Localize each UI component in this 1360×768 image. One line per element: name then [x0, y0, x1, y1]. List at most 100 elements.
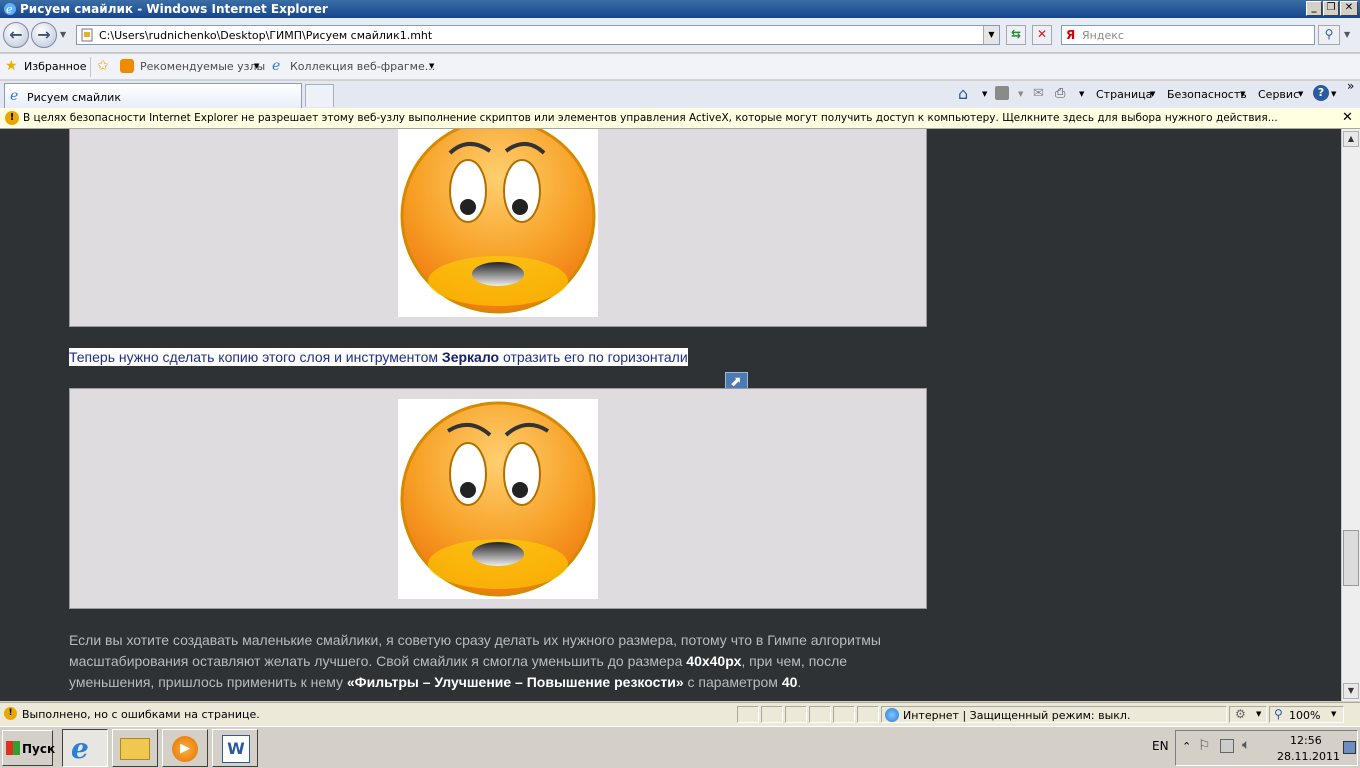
add-favorite-icon[interactable]: ✩	[97, 58, 109, 74]
vertical-scrollbar[interactable]: ▲ ▼	[1341, 129, 1360, 701]
start-label: Пуск	[22, 742, 56, 756]
zone-panel[interactable]: Интернет | Защищенный режим: выкл.	[881, 706, 1227, 723]
tab-title: Рисуем смайлик	[27, 91, 121, 104]
flag-icon[interactable]: ⚐	[1198, 738, 1211, 754]
instruction-bold: Зеркало	[441, 349, 500, 365]
chevron-down-icon[interactable]: ▼	[1079, 90, 1084, 98]
clock-time[interactable]: 12:56	[1290, 734, 1322, 747]
chevron-down-icon[interactable]: ▼	[982, 90, 987, 98]
taskbar-ie-button[interactable]: e	[62, 729, 108, 767]
search-input[interactable]: Я Яндекс	[1061, 25, 1315, 45]
status-text: Выполнено, но с ошибками на странице.	[22, 708, 260, 721]
back-button[interactable]: ←	[3, 22, 29, 48]
close-infobar-icon[interactable]: ✕	[1342, 110, 1353, 125]
para-bold-2: «Фильтры – Улучшение – Повышение резкост…	[346, 674, 684, 690]
help-icon[interactable]: ?	[1313, 85, 1329, 101]
chevron-down-icon[interactable]: ▼	[1018, 90, 1023, 98]
chevron-down-icon: ▼	[1256, 710, 1262, 718]
network-icon[interactable]	[1220, 739, 1234, 753]
stop-button[interactable]: ✕	[1032, 25, 1052, 45]
status-panel	[809, 706, 831, 723]
highlighted-instruction: Теперь нужно сделать копию этого слоя и …	[69, 348, 688, 366]
star-icon: ★	[5, 58, 18, 74]
chevron-down-icon[interactable]: ▼	[254, 62, 259, 70]
security-info-bar[interactable]: ! В целях безопасности Internet Explorer…	[0, 108, 1360, 129]
language-indicator[interactable]: EN	[1152, 739, 1169, 753]
security-menu[interactable]: Безопасность	[1167, 88, 1247, 101]
chevron-down-icon[interactable]: ▼	[1240, 90, 1245, 98]
para-text-3: с параметром	[683, 674, 782, 690]
yandex-icon: Я	[1066, 28, 1076, 42]
show-hidden-icons[interactable]: ⌃	[1182, 740, 1191, 753]
refresh-button[interactable]: ⇆	[1006, 25, 1026, 45]
scroll-thumb[interactable]	[1343, 530, 1359, 586]
show-desktop-icon[interactable]	[1343, 741, 1356, 754]
windows-logo-icon	[6, 741, 20, 755]
instruction-text-2: отразить его по горизонтали	[499, 349, 688, 365]
word-icon: W	[222, 735, 250, 763]
favorites-button[interactable]: Избранное	[24, 60, 86, 73]
system-tray: ⌃ ⚐ 🔈︎ 12:56 28.11.2011	[1175, 730, 1358, 766]
home-icon[interactable]: ⌂	[958, 84, 968, 103]
ie-icon: e	[10, 88, 19, 104]
status-panel	[785, 706, 807, 723]
address-input[interactable]: C:\Users\rudnichenko\Desktop\ГИМП\Рисуем…	[76, 25, 1000, 45]
fav-item-suggested[interactable]: Рекомендуемые узлы	[140, 60, 265, 73]
service-menu[interactable]: Сервис	[1258, 88, 1299, 101]
search-options-icon[interactable]: ▼	[1344, 30, 1350, 39]
zoom-panel[interactable]: ⚲ 100% ▼	[1269, 706, 1344, 723]
taskbar-explorer-button[interactable]	[112, 729, 158, 767]
status-panel	[857, 706, 879, 723]
smiley-image-2	[398, 399, 598, 599]
gear-icon: ⚙	[1235, 707, 1246, 721]
warning-icon[interactable]: !	[4, 707, 17, 720]
start-button[interactable]: Пуск	[2, 730, 56, 766]
chevron-down-icon[interactable]: ▼	[1331, 90, 1336, 98]
instruction-text-1: Теперь нужно сделать копию этого слоя и …	[69, 349, 442, 365]
favorites-bar: ★ Избранное ✩ Рекомендуемые узлы ▼ e Кол…	[0, 54, 1360, 80]
history-dropdown-icon[interactable]: ▼	[60, 30, 66, 39]
scroll-down-icon[interactable]: ▼	[1343, 683, 1359, 699]
print-icon[interactable]: ⎙	[1055, 86, 1065, 101]
search-button[interactable]: ⚲	[1318, 25, 1340, 45]
mail-icon[interactable]: ✉	[1033, 86, 1044, 101]
tab-active[interactable]: e Рисуем смайлик	[4, 83, 302, 108]
page-menu[interactable]: Страница	[1096, 88, 1152, 101]
protected-mode-panel[interactable]: ⚙ ▼	[1229, 706, 1267, 723]
title-bar: e Рисуем смайлик - Windows Internet Expl…	[0, 0, 1360, 18]
taskbar-word-button[interactable]: W	[212, 729, 258, 767]
chevron-down-icon[interactable]: ▼	[1298, 90, 1303, 98]
status-panel	[737, 706, 759, 723]
feeds-icon[interactable]	[995, 86, 1009, 100]
close-window-button[interactable]: ✕	[1340, 1, 1358, 16]
volume-icon[interactable]: 🔈︎	[1242, 737, 1250, 753]
para-bold-3: 40	[781, 674, 798, 690]
more-commands-icon[interactable]: »	[1347, 79, 1354, 93]
para-text-4: .	[797, 674, 802, 690]
divider	[90, 57, 91, 77]
address-toolbar: ← → ▼ C:\Users\rudnichenko\Desktop\ГИМП\…	[0, 18, 1360, 53]
minimize-button[interactable]: _	[1306, 1, 1322, 16]
scroll-up-icon[interactable]: ▲	[1343, 131, 1359, 147]
smiley-face-icon	[400, 401, 596, 597]
zoom-icon: ⚲	[1274, 707, 1283, 721]
zone-text: Интернет | Защищенный режим: выкл.	[903, 709, 1131, 722]
para-bold-1: 40х40рх	[686, 653, 742, 669]
restore-button[interactable]: ❐	[1323, 1, 1339, 16]
suggested-sites-icon	[120, 59, 134, 73]
new-tab-button[interactable]	[305, 84, 334, 107]
web-slice-icon: e	[272, 58, 281, 74]
page-content: Теперь нужно сделать копию этого слоя и …	[0, 129, 1341, 701]
tab-bar: e Рисуем смайлик ⌂ ▼ ▼ ✉ ⎙ ▼ Страница ▼ …	[0, 79, 1360, 108]
chevron-down-icon[interactable]: ▼	[429, 62, 434, 70]
image-frame-1	[69, 129, 927, 327]
taskbar-media-button[interactable]: ▶	[162, 729, 208, 767]
folder-icon	[120, 738, 150, 760]
fav-item-webslice[interactable]: Коллекция веб-фрагме...	[290, 60, 435, 73]
chevron-down-icon[interactable]: ▼	[1150, 90, 1155, 98]
forward-button[interactable]: →	[31, 22, 57, 48]
smiley-face-icon	[400, 129, 596, 314]
address-text: C:\Users\rudnichenko\Desktop\ГИМП\Рисуем…	[99, 29, 433, 42]
clock-date[interactable]: 28.11.2011	[1277, 750, 1340, 763]
address-dropdown-icon[interactable]: ▼	[983, 26, 999, 44]
